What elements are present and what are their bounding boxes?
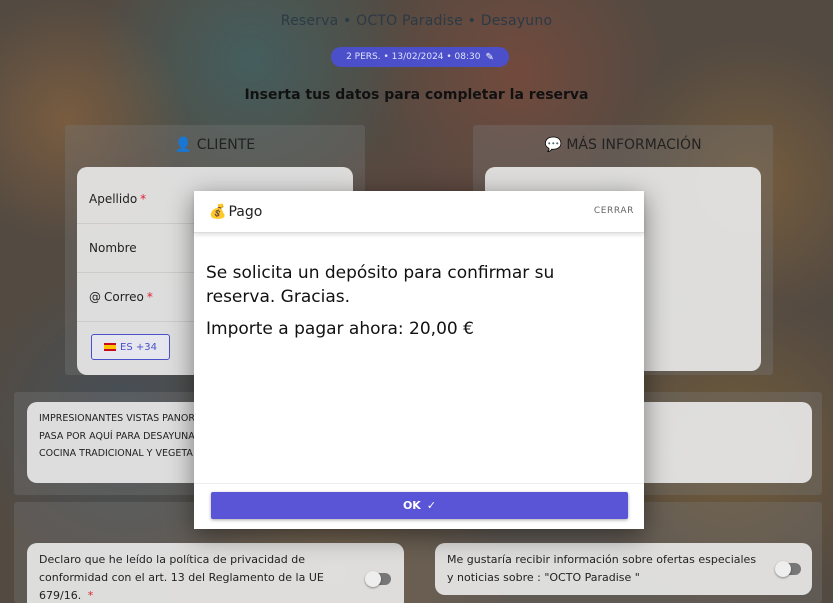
required-mark: * — [87, 589, 94, 602]
description-line: COCINA TRADICIONAL Y VEGETA — [39, 448, 193, 459]
page-subtitle: Inserta tus datos para completar la rese… — [244, 87, 589, 103]
page-title: Reserva • OCTO Paradise • Desayuno — [280, 13, 553, 29]
modal-message: Se solicita un depósito para confirmar s… — [206, 263, 555, 307]
ok-button[interactable]: OK ✓ — [211, 492, 628, 519]
description-line: PASA POR AQUÍ PARA DESAYUNA — [39, 430, 195, 442]
nombre-label: Nombre — [89, 241, 137, 255]
booking-badge[interactable]: 2 PERS. • 13/02/2024 • 08:30 ✎ — [331, 47, 509, 67]
at-icon: @ — [89, 290, 101, 304]
description-line: IMPRESIONANTES VISTAS PANOR — [39, 413, 195, 424]
privacy-consent-card: Declaro que he leído la política de priv… — [27, 543, 404, 603]
money-bag-icon: 💰 — [209, 204, 227, 220]
phone-prefix-select[interactable]: ES +34 — [91, 334, 170, 360]
offers-consent-text: Me gustaría recibir información sobre of… — [447, 553, 757, 584]
flag-es-icon — [104, 343, 117, 351]
modal-title-label: Pago — [228, 204, 263, 220]
phone-prefix-label: ES +34 — [120, 341, 157, 353]
required-mark: * — [146, 290, 153, 304]
privacy-toggle[interactable] — [365, 571, 391, 587]
user-icon: 👤 — [174, 137, 193, 153]
booking-badge-label: 2 PERS. • 13/02/2024 • 08:30 — [346, 52, 481, 62]
mas-info-panel-title: 💬 MÁS INFORMACIÓN — [473, 137, 773, 153]
chat-icon: 💬 — [544, 137, 562, 153]
check-icon: ✓ — [426, 499, 437, 512]
cliente-title-label: CLIENTE — [196, 137, 256, 153]
offers-toggle[interactable] — [775, 561, 801, 577]
privacy-consent-text: Declaro que he leído la política de priv… — [39, 551, 339, 603]
apellido-label: Apellido — [89, 192, 138, 206]
correo-label: Correo — [104, 290, 144, 304]
description-text: IMPRESIONANTES VISTAS PANOR PASA POR AQU… — [39, 410, 195, 463]
payment-modal: 💰 Pago CERRAR Se solicita un depósito pa… — [194, 191, 644, 529]
close-button[interactable]: CERRAR — [594, 206, 634, 216]
privacy-consent-label: Declaro que he leído la política de priv… — [39, 553, 324, 602]
modal-title: 💰 Pago — [209, 204, 262, 220]
edit-icon: ✎ — [485, 51, 494, 63]
ok-label: OK — [402, 499, 421, 512]
modal-amount: Importe a pagar ahora: 20,00 € — [206, 319, 474, 339]
modal-header: 💰 Pago CERRAR — [194, 191, 644, 233]
offers-consent-card: Me gustaría recibir información sobre of… — [435, 543, 812, 595]
modal-footer: OK ✓ — [194, 483, 644, 529]
mas-info-title-label: MÁS INFORMACIÓN — [566, 137, 702, 153]
required-mark: * — [140, 192, 147, 206]
cliente-panel-title: 👤 CLIENTE — [65, 137, 365, 153]
